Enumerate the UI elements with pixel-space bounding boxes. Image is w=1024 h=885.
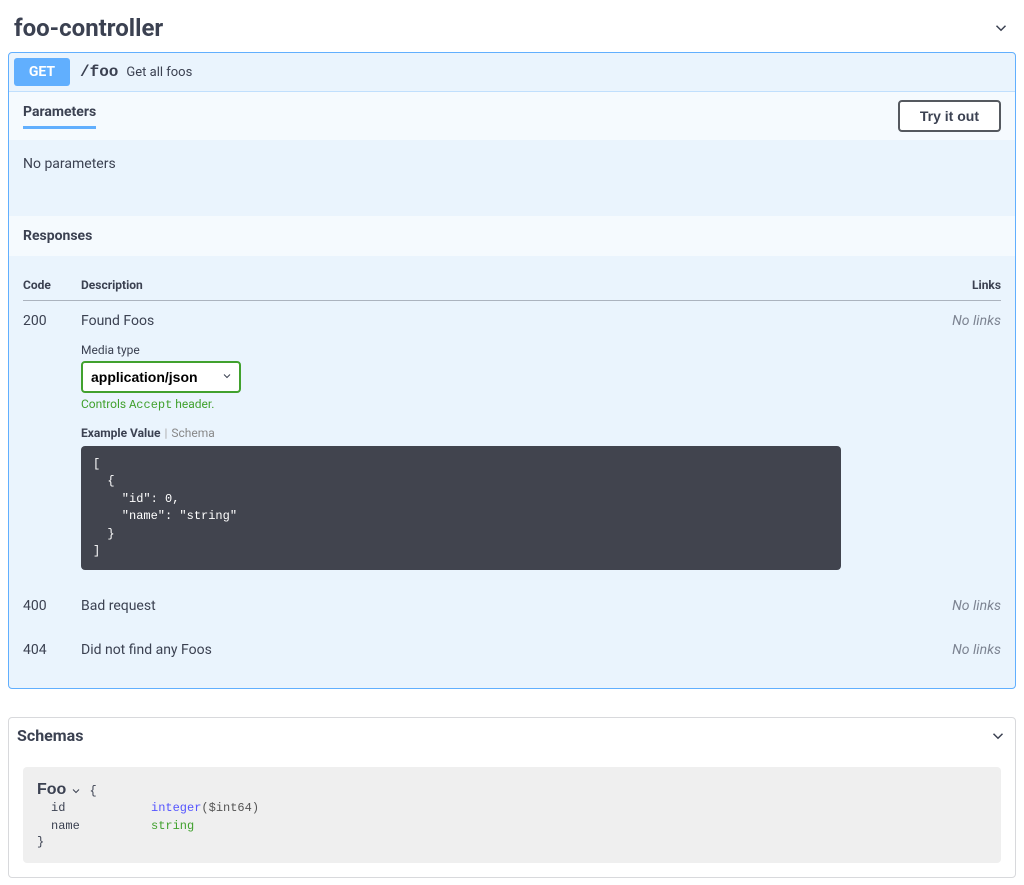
table-row: 400 Bad request No links [23,586,1001,630]
schema-body: Foo { idinteger($int64) namestring } [23,767,1001,863]
open-brace: { [90,784,97,798]
response-code: 400 [23,586,81,630]
chevron-down-icon [70,784,82,796]
col-code: Code [23,270,81,301]
responses-heading: Responses [23,228,92,244]
response-description: Did not find any Foos [81,630,901,674]
table-row: 200 Found Foos Media type application/js… [23,301,1001,587]
response-description: Bad request [81,586,901,630]
close-brace: } [37,835,987,849]
response-links: No links [901,586,1001,630]
table-row: 404 Did not find any Foos No links [23,630,1001,674]
schema-name[interactable]: Foo [37,781,82,799]
operation-summary[interactable]: GET /foo Get all foos [9,53,1015,92]
chevron-down-icon [992,19,1010,37]
schemas-section: Schemas Foo { idinteger($int64) namestri… [8,717,1016,878]
col-links: Links [901,270,1001,301]
controller-header[interactable]: foo-controller [8,8,1016,52]
controller-title: foo-controller [14,14,163,42]
schema-property: namestring [37,817,987,835]
try-it-out-button[interactable]: Try it out [898,100,1001,132]
schema-property: idinteger($int64) [37,799,987,817]
response-code: 200 [23,301,81,587]
operation-path: /foo [80,63,118,81]
tab-example-value[interactable]: Example Value [81,426,160,440]
operation-block: GET /foo Get all foos Parameters Try it … [8,52,1016,689]
schemas-header[interactable]: Schemas [9,718,1015,753]
media-type-label: Media type [81,343,901,357]
media-type-select[interactable]: application/json [81,361,241,393]
parameters-header: Parameters Try it out [9,92,1015,140]
schemas-heading: Schemas [17,726,83,745]
accept-note: Controls Accept header. [81,397,901,412]
example-tabs: Example Value|Schema [81,426,901,440]
no-parameters-text: No parameters [23,156,116,172]
response-code: 404 [23,630,81,674]
chevron-down-icon [989,727,1007,745]
tab-schema[interactable]: Schema [171,426,214,440]
response-links: No links [901,630,1001,674]
operation-summary-text: Get all foos [126,65,192,80]
method-badge: GET [14,58,70,86]
response-description: Found Foos [81,313,901,329]
responses-header: Responses [9,216,1015,256]
parameters-body: No parameters [9,140,1015,216]
col-description: Description [81,270,901,301]
example-json: [ { "id": 0, "name": "string" } ] [81,446,841,570]
response-description-cell: Found Foos Media type application/json C… [81,301,901,587]
responses-body: Code Description Links 200 Found Foos Me… [9,256,1015,688]
media-type-select-wrap: application/json [81,357,901,393]
response-links: No links [901,301,1001,587]
responses-table: Code Description Links 200 Found Foos Me… [23,270,1001,674]
parameters-heading: Parameters [23,104,96,129]
